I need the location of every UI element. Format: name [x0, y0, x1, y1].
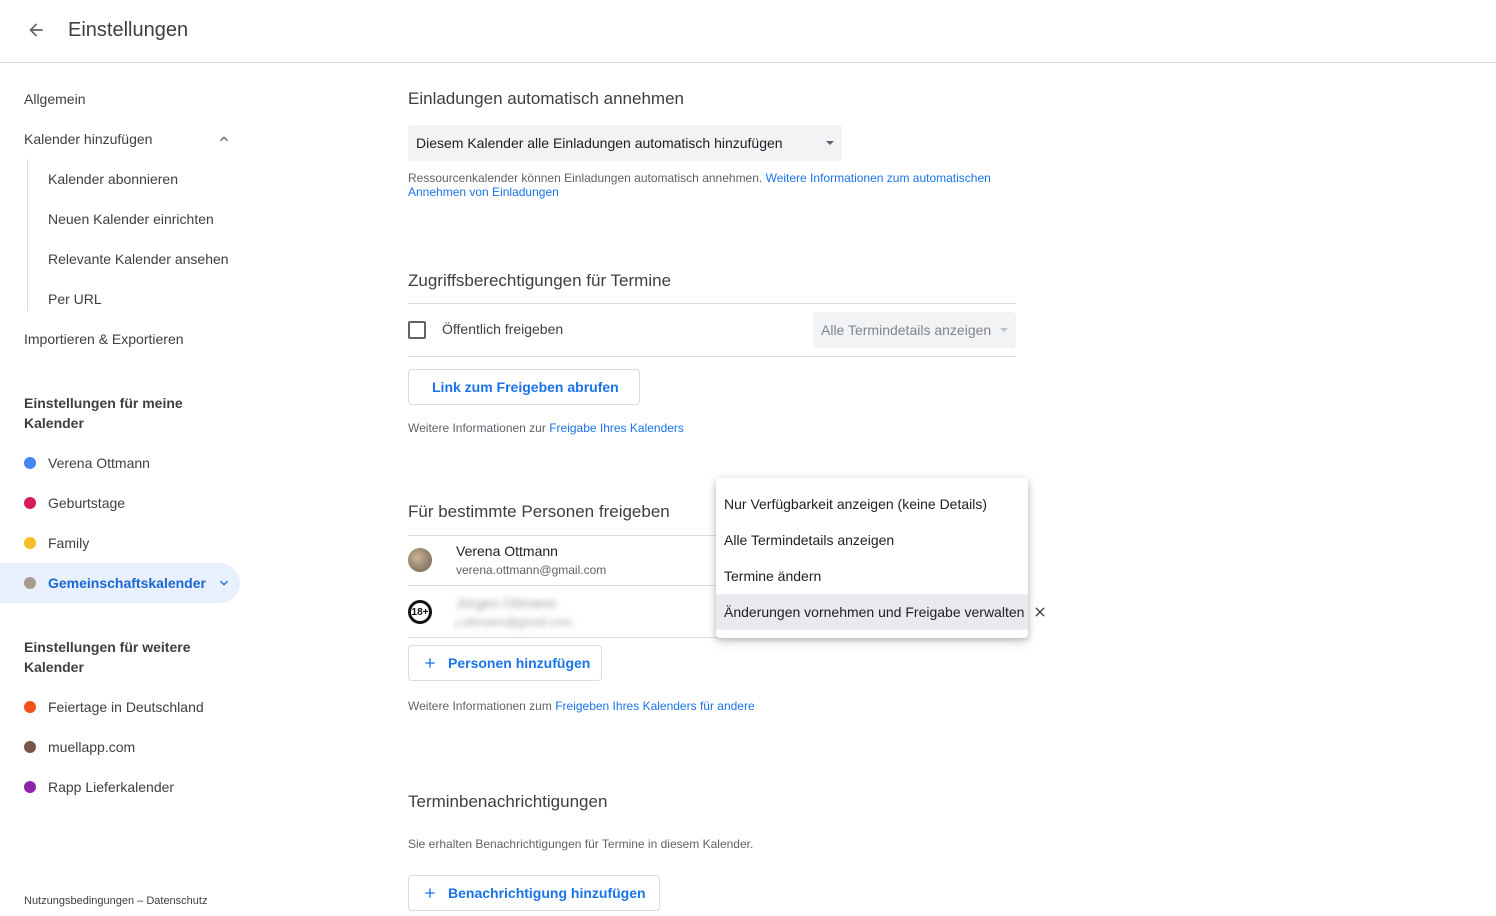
public-checkbox[interactable] [408, 321, 426, 339]
calendar-name: Family [48, 535, 90, 551]
calendar-name: Geburtstage [48, 495, 126, 511]
top-bar: Einstellungen [0, 0, 1496, 63]
notifications-heading: Terminbenachrichtigungen [408, 792, 608, 811]
get-share-link-button[interactable]: Link zum Freigeben abrufen [408, 369, 640, 405]
nav-import-export[interactable]: Importieren & Exportieren [0, 319, 240, 359]
calendar-name: Gemeinschaftskalender [48, 575, 206, 591]
public-permission-value: Alle Termindetails anzeigen [821, 322, 992, 338]
public-permission-select: Alle Termindetails anzeigen [813, 312, 1016, 348]
footer-links[interactable]: Nutzungsbedingungen – Datenschutz [24, 895, 207, 907]
person-email: j.ottmann@gmail.com [456, 615, 573, 629]
notifications-info: Sie erhalten Benachrichtigungen für Term… [408, 837, 754, 851]
nav-subscribe-label: Kalender abonnieren [48, 171, 178, 187]
calendar-name: Feiertage in Deutschland [48, 699, 204, 715]
avatar: 18+ [408, 600, 432, 624]
share-info-text: Weitere Informationen zum [408, 699, 552, 713]
invites-info-text: Ressourcenkalender können Einladungen au… [408, 171, 763, 185]
access-info: Weitere Informationen zur Freigabe Ihres… [408, 421, 684, 435]
nav-subscribe[interactable]: Kalender abonnieren [0, 159, 240, 199]
color-dot [24, 537, 36, 549]
auto-accept-select[interactable]: Diesem Kalender alle Einladungen automat… [408, 125, 842, 161]
age-badge-icon: 18+ [411, 603, 429, 621]
nav-browse[interactable]: Relevante Kalender ansehen [0, 239, 240, 279]
dropdown-caret-icon [1000, 328, 1008, 332]
person-email: verena.ottmann@gmail.com [456, 563, 607, 577]
add-people-button[interactable]: Personen hinzufügen [408, 645, 602, 681]
nav-browse-label: Relevante Kalender ansehen [48, 251, 229, 267]
add-notification-button[interactable]: Benachrichtigung hinzufügen [408, 875, 660, 911]
share-info: Weitere Informationen zum Freigeben Ihre… [408, 699, 755, 713]
person-name: Verena Ottmann [456, 543, 558, 559]
settings-sidebar: Allgemein Kalender hinzufügen Kalender a… [0, 63, 250, 916]
calendar-item[interactable]: Verena Ottmann [0, 443, 240, 483]
access-heading: Zugriffsberechtigungen für Termine [408, 271, 672, 290]
calendar-item[interactable]: Geburtstage [0, 483, 240, 523]
color-dot [24, 701, 36, 713]
nav-add-calendar[interactable]: Kalender hinzufügen [0, 119, 240, 159]
invites-info: Ressourcenkalender können Einladungen au… [408, 171, 1008, 199]
add-notification-label: Benachrichtigung hinzufügen [448, 885, 646, 901]
nav-import-export-label: Importieren & Exportieren [24, 331, 184, 347]
nav-new-calendar-label: Neuen Kalender einrichten [48, 211, 214, 227]
invites-heading: Einladungen automatisch annehmen [408, 89, 684, 108]
page-title: Einstellungen [68, 19, 189, 41]
my-calendars-heading: Einstellungen für meine Kalender [24, 395, 183, 431]
share-info-link[interactable]: Freigeben Ihres Kalenders für andere [555, 699, 754, 713]
color-dot [24, 741, 36, 753]
dropdown-caret-icon [826, 141, 834, 145]
divider [408, 356, 1016, 357]
nav-new-calendar[interactable]: Neuen Kalender einrichten [0, 199, 240, 239]
access-info-text: Weitere Informationen zur [408, 421, 546, 435]
share-heading: Für bestimmte Personen freigeben [408, 502, 670, 521]
back-arrow-icon[interactable] [20, 14, 52, 46]
calendar-name: Verena Ottmann [48, 455, 150, 471]
nav-add-calendar-label: Kalender hinzufügen [24, 131, 153, 147]
menu-item-edit-events[interactable]: Termine ändern [716, 558, 1028, 594]
add-people-label: Personen hinzufügen [448, 655, 591, 671]
menu-item-all-details[interactable]: Alle Termindetails anzeigen [716, 522, 1028, 558]
nav-url-label: Per URL [48, 291, 102, 307]
other-calendars-heading: Einstellungen für weitere Kalender [24, 639, 191, 675]
calendar-name: muellapp.com [48, 739, 136, 755]
public-label: Öffentlich freigeben [442, 321, 564, 337]
person-name: Jürgen Ottmann [456, 595, 557, 611]
calendar-item[interactable]: Rapp Lieferkalender [0, 767, 240, 807]
color-dot [24, 781, 36, 793]
avatar [408, 548, 432, 572]
color-dot [24, 457, 36, 469]
calendar-item-active[interactable]: Gemeinschaftskalender [0, 563, 240, 603]
calendar-item[interactable]: Family [0, 523, 240, 563]
color-dot [24, 577, 36, 589]
auto-accept-value: Diesem Kalender alle Einladungen automat… [416, 135, 783, 151]
calendar-name: Rapp Lieferkalender [48, 779, 175, 795]
nav-general[interactable]: Allgemein [0, 79, 240, 119]
access-info-link[interactable]: Freigabe Ihres Kalenders [549, 421, 684, 435]
menu-item-manage-sharing[interactable]: Änderungen vornehmen und Freigabe verwal… [716, 594, 1028, 630]
calendar-item[interactable]: muellapp.com [0, 727, 240, 767]
chevron-up-icon[interactable] [216, 131, 232, 150]
divider [408, 303, 1016, 304]
nav-general-label: Allgemein [24, 91, 86, 107]
close-icon[interactable] [1030, 602, 1050, 622]
plus-icon [425, 888, 435, 898]
calendar-item[interactable]: Feiertage in Deutschland [0, 687, 240, 727]
nav-url[interactable]: Per URL [0, 279, 240, 319]
color-dot [24, 497, 36, 509]
menu-item-availability[interactable]: Nur Verfügbarkeit anzeigen (keine Detail… [716, 486, 1028, 522]
chevron-down-icon[interactable] [216, 575, 232, 594]
permission-menu: Nur Verfügbarkeit anzeigen (keine Detail… [716, 478, 1028, 638]
plus-icon [425, 658, 435, 668]
